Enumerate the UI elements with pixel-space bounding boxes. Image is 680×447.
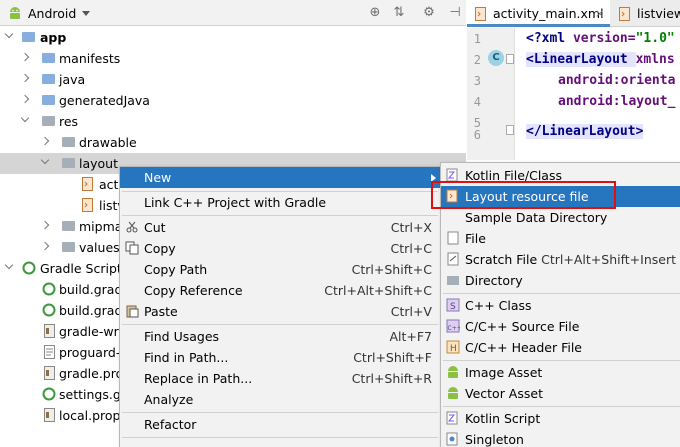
tree-item-app[interactable]: app xyxy=(0,27,466,48)
svg-text:S: S xyxy=(450,302,456,312)
tree-item-res[interactable]: res xyxy=(0,111,466,132)
tree-item-manifests[interactable]: manifests xyxy=(0,48,466,69)
code-editor[interactable]: <?xml version="1.0" <LinearLayout xmlns … xyxy=(516,28,680,160)
close-icon[interactable]: × xyxy=(595,7,604,20)
highlight-annotation-box xyxy=(431,181,616,209)
tree-item-java[interactable]: java xyxy=(0,69,466,90)
folder-icon xyxy=(447,276,459,285)
menu-item-kotlin-script[interactable]: Kotlin Script xyxy=(441,408,680,429)
paste-icon xyxy=(126,305,139,318)
android-icon xyxy=(448,366,458,378)
kotlin-script-icon xyxy=(446,411,458,425)
scratch-file-icon xyxy=(447,252,459,266)
gear-icon[interactable]: ⚙ xyxy=(420,4,438,22)
hide-icon[interactable]: ⊣ xyxy=(446,4,464,22)
fold-marker-icon[interactable] xyxy=(506,54,514,64)
android-icon xyxy=(448,387,458,399)
collapse-all-icon[interactable]: ⇅ xyxy=(390,4,408,22)
context-menu: New Link C++ Project with Gradle Cut Ctr… xyxy=(119,166,441,447)
menu-item-copy-path[interactable]: Copy Path Ctrl+Shift+C xyxy=(120,259,440,280)
menu-item-scratch-file[interactable]: Scratch File Ctrl+Alt+Shift+Insert xyxy=(441,249,680,270)
tab-listview[interactable]: listview_ xyxy=(611,0,680,27)
menu-item-analyze[interactable]: Analyze xyxy=(120,389,440,410)
menu-item-copy[interactable]: Copy Ctrl+C xyxy=(120,238,440,259)
code-line-2: <LinearLayout xmlns xyxy=(526,52,675,67)
code-line-1: <?xml version="1.0" xyxy=(526,31,675,46)
code-line-4: android:layout_ xyxy=(558,94,676,109)
singleton-icon xyxy=(446,432,458,446)
menu-item-find-in-path[interactable]: Find in Path... Ctrl+Shift+F xyxy=(120,347,440,368)
file-icon xyxy=(447,231,459,245)
layout-file-icon xyxy=(475,7,486,21)
layout-file-icon xyxy=(619,7,630,21)
menu-item-link-cpp[interactable]: Link C++ Project with Gradle xyxy=(120,192,440,213)
gradle-icon xyxy=(42,282,56,296)
cpp-class-icon: S xyxy=(446,298,460,312)
android-icon xyxy=(10,7,20,19)
menu-item-cpp-class[interactable]: S C++ Class xyxy=(441,295,680,316)
tree-item-generatedjava[interactable]: generatedJava xyxy=(0,90,466,111)
code-line-6: </LinearLayout> xyxy=(526,124,644,139)
code-line-3: android:orienta xyxy=(558,73,676,88)
menu-item-directory[interactable]: Directory xyxy=(441,270,680,291)
class-badge-icon[interactable]: C xyxy=(488,50,504,66)
menu-item-singleton[interactable]: Singleton xyxy=(441,429,680,447)
menu-item-paste[interactable]: Paste Ctrl+V xyxy=(120,301,440,322)
menu-item-file[interactable]: File xyxy=(441,228,680,249)
svg-text:H: H xyxy=(450,344,457,354)
menu-item-copy-reference[interactable]: Copy Reference Ctrl+Alt+Shift+C xyxy=(120,280,440,301)
tab-activity-main[interactable]: activity_main.xml × xyxy=(467,0,610,27)
scissors-icon xyxy=(126,221,138,233)
menu-item-image-asset[interactable]: Image Asset xyxy=(441,362,680,383)
properties-file-icon xyxy=(44,408,55,422)
copy-icon xyxy=(125,241,139,255)
properties-file-icon xyxy=(44,366,55,380)
text-file-icon xyxy=(44,345,55,359)
fold-marker-icon[interactable] xyxy=(506,125,514,135)
menu-item-sample-data-directory[interactable]: Sample Data Directory xyxy=(441,207,680,228)
layout-file-icon xyxy=(82,198,93,212)
menu-item-new[interactable]: New xyxy=(120,167,440,188)
menu-item-replace-in-path[interactable]: Replace in Path... Ctrl+Shift+R xyxy=(120,368,440,389)
locate-icon[interactable]: ⊕ xyxy=(366,4,384,22)
editor-gutter: 1 2 3 4 5 6 C xyxy=(467,28,546,160)
menu-item-vector-asset[interactable]: Vector Asset xyxy=(441,383,680,404)
cpp-source-icon: C++ xyxy=(446,319,460,333)
editor-tab-bar: activity_main.xml × listview_ xyxy=(467,0,680,27)
chevron-down-icon[interactable] xyxy=(82,11,90,16)
layout-file-icon xyxy=(82,177,93,191)
gradle-icon xyxy=(22,261,36,275)
project-panel-header: Android ⊕ ⇅ ⚙ ⊣ xyxy=(0,0,466,26)
menu-item-cpp-header-file[interactable]: H C/C++ Header File xyxy=(441,337,680,358)
menu-item-refactor[interactable]: Refactor xyxy=(120,414,440,435)
svg-text:C++: C++ xyxy=(448,325,461,332)
properties-file-icon xyxy=(44,324,55,338)
project-view-selector[interactable]: Android xyxy=(28,6,76,21)
gradle-icon xyxy=(42,303,56,317)
tree-item-drawable[interactable]: drawable xyxy=(0,132,466,153)
menu-item-find-usages[interactable]: Find Usages Alt+F7 xyxy=(120,326,440,347)
kotlin-file-icon xyxy=(446,168,458,182)
menu-item-cut[interactable]: Cut Ctrl+X xyxy=(120,217,440,238)
menu-item-cpp-source-file[interactable]: C++ C/C++ Source File xyxy=(441,316,680,337)
cpp-header-icon: H xyxy=(446,340,460,354)
gradle-icon xyxy=(42,387,56,401)
